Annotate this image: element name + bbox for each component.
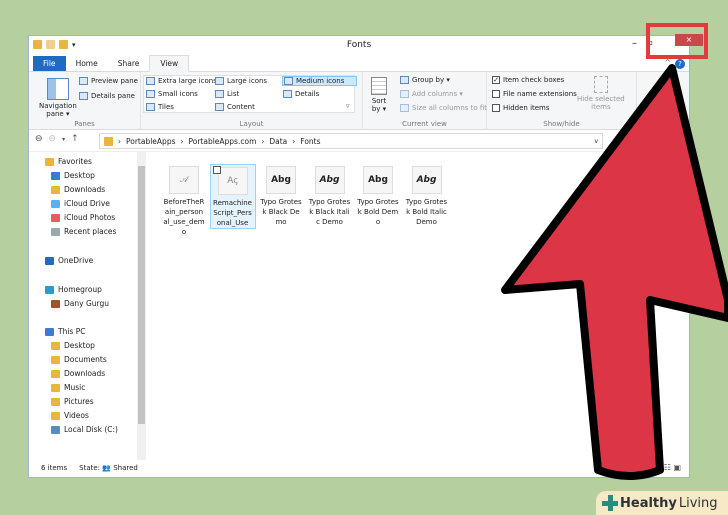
pointer-arrow-icon	[501, 64, 728, 480]
annotation-overlay	[501, 23, 728, 480]
logo-text-bold: Healthy	[620, 495, 677, 511]
logo-cross-icon	[602, 495, 618, 511]
logo-text-light: Living	[678, 495, 718, 511]
healthy-living-logo: Healthy Living	[596, 491, 728, 515]
close-highlight-box	[646, 23, 708, 59]
